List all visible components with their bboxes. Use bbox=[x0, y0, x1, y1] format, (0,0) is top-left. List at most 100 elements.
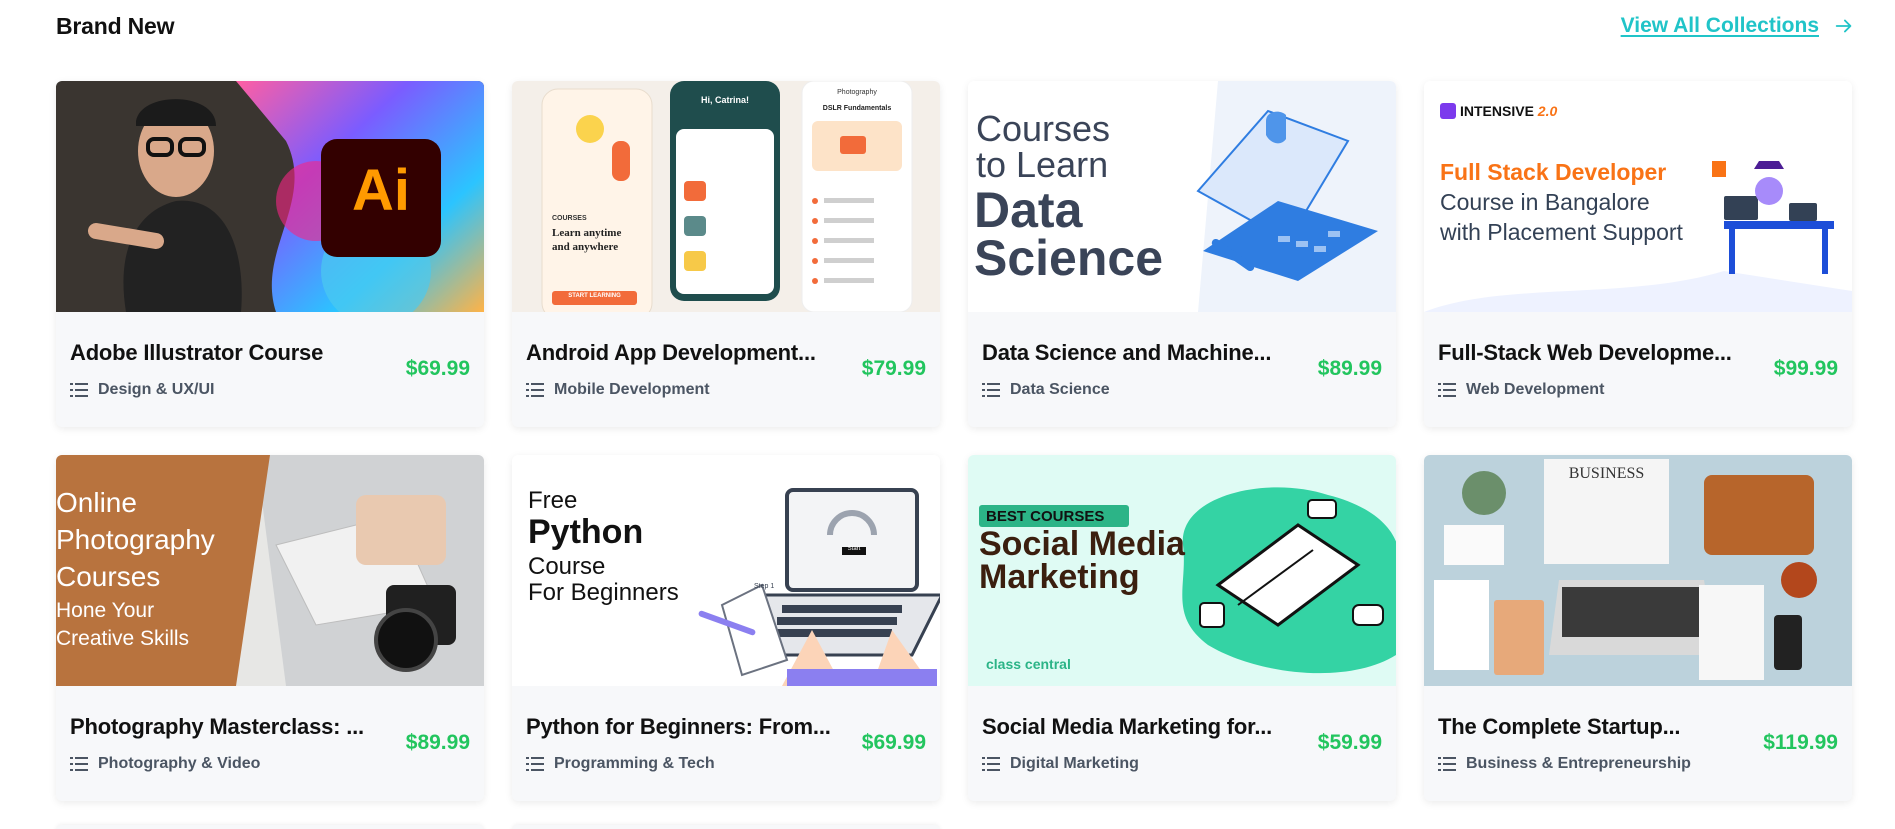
course-category: Data Science bbox=[982, 381, 1110, 399]
thumbnail-text: Hone Your bbox=[56, 599, 155, 622]
thumbnail-text: Learn anytime bbox=[552, 227, 622, 239]
thumbnail-text: Step 1 bbox=[754, 583, 775, 590]
course-card[interactable]: BEST COURSES Social Media Marketing clas… bbox=[968, 455, 1396, 801]
course-card[interactable]: Courses to Learn Data Science Data Scien… bbox=[968, 81, 1396, 427]
course-card[interactable]: Ai Adobe Illustrator Course $69.99 Desig… bbox=[56, 81, 484, 427]
thumbnail-text: Creative Skills bbox=[56, 627, 190, 650]
course-title[interactable]: Adobe Illustrator Course bbox=[70, 340, 380, 366]
card-info: Data Science and Machine... $89.99 Data … bbox=[968, 312, 1396, 427]
list-icon bbox=[526, 383, 544, 397]
course-title[interactable]: Full-Stack Web Developme... bbox=[1438, 340, 1748, 366]
course-card[interactable]: BUSINESS The Complete Startup... $119.99… bbox=[1424, 455, 1852, 801]
card-info: Adobe Illustrator Course $69.99 Design &… bbox=[56, 312, 484, 427]
course-title[interactable]: The Complete Startup... bbox=[1438, 714, 1748, 740]
thumbnail-text: to Learn bbox=[976, 144, 1109, 185]
intensive-version: 2.0 bbox=[1537, 103, 1558, 119]
card-info: Social Media Marketing for... $59.99 Dig… bbox=[968, 686, 1396, 801]
intensive-logo-text: INTENSIVE 2.0 bbox=[1460, 103, 1557, 119]
course-thumbnail[interactable]: BEST COURSES Social Media Marketing clas… bbox=[968, 455, 1396, 686]
course-card[interactable]: INTENSIVE 2.0 Full Stack Developer Cours… bbox=[1424, 81, 1852, 427]
thumbnail-text: Online bbox=[56, 487, 137, 518]
category-label: Business & Entrepreneurship bbox=[1466, 755, 1691, 772]
category-label: Data Science bbox=[1010, 381, 1110, 398]
list-icon bbox=[526, 757, 544, 771]
list-icon bbox=[982, 757, 1000, 771]
course-thumbnail[interactable]: Courses to Learn Data Science bbox=[968, 81, 1396, 312]
card-info: Photography Masterclass: ... $89.99 Phot… bbox=[56, 686, 484, 801]
course-card[interactable]: Hi, Catrina! COURSES Learn anytime and a… bbox=[512, 81, 940, 427]
course-thumbnail[interactable]: Online Photography Courses Hone Your Cre… bbox=[56, 455, 484, 686]
course-price: $89.99 bbox=[1317, 357, 1382, 380]
list-icon bbox=[1438, 757, 1456, 771]
thumbnail-text: and anywhere bbox=[552, 241, 619, 253]
view-all-collections-link[interactable]: View All Collections bbox=[1621, 14, 1855, 38]
view-all-label[interactable]: View All Collections bbox=[1621, 14, 1819, 38]
next-row-cards-partial bbox=[56, 825, 940, 829]
category-label: Design & UX/UI bbox=[98, 381, 215, 398]
thumbnail-text: BEST COURSES bbox=[986, 508, 1105, 525]
course-card-partial[interactable] bbox=[512, 825, 940, 829]
course-title[interactable]: Social Media Marketing for... bbox=[982, 714, 1292, 740]
course-grid: Ai Adobe Illustrator Course $69.99 Desig… bbox=[56, 81, 1852, 801]
course-thumbnail[interactable]: BUSINESS bbox=[1424, 455, 1852, 686]
thumbnail-text: Marketing bbox=[979, 558, 1140, 596]
course-thumbnail[interactable]: Hi, Catrina! COURSES Learn anytime and a… bbox=[512, 81, 940, 312]
thumbnail-text: Full Stack Developer bbox=[1440, 159, 1667, 185]
course-card-partial[interactable] bbox=[56, 825, 484, 829]
thumbnail-text: Photography bbox=[837, 89, 877, 96]
arrow-right-icon[interactable] bbox=[1833, 15, 1855, 37]
course-title[interactable]: Photography Masterclass: ... bbox=[70, 714, 380, 740]
course-title[interactable]: Python for Beginners: From... bbox=[526, 714, 836, 740]
thumbnail-text: START LEARNING bbox=[568, 293, 621, 299]
course-card[interactable]: Online Photography Courses Hone Your Cre… bbox=[56, 455, 484, 801]
intensive-label: INTENSIVE bbox=[1460, 103, 1534, 119]
course-category: Business & Entrepreneurship bbox=[1438, 755, 1691, 773]
android-thumbnail-art bbox=[512, 81, 940, 312]
card-info: Full-Stack Web Developme... $99.99 Web D… bbox=[1424, 312, 1852, 427]
thumbnail-text: Courses bbox=[56, 561, 161, 592]
thumbnail-text: with Placement Support bbox=[1440, 219, 1683, 245]
list-icon bbox=[982, 383, 1000, 397]
course-price: $89.99 bbox=[405, 731, 470, 754]
section-header: Brand New View All Collections bbox=[56, 10, 1855, 42]
course-thumbnail[interactable]: Free Python Course For Beginners Start S… bbox=[512, 455, 940, 686]
course-category: Programming & Tech bbox=[526, 755, 715, 773]
card-info: Python for Beginners: From... $69.99 Pro… bbox=[512, 686, 940, 801]
section-title: Brand New bbox=[56, 12, 175, 39]
course-category: Mobile Development bbox=[526, 381, 710, 399]
course-thumbnail[interactable]: INTENSIVE 2.0 Full Stack Developer Cours… bbox=[1424, 81, 1852, 312]
list-icon bbox=[70, 383, 88, 397]
course-category: Design & UX/UI bbox=[70, 381, 214, 399]
thumbnail-text: Hi, Catrina! bbox=[700, 95, 749, 105]
course-title[interactable]: Data Science and Machine... bbox=[982, 340, 1292, 366]
thumbnail-text: Science bbox=[974, 230, 1164, 286]
thumbnail-text: Course bbox=[528, 553, 606, 580]
thumbnail-text: For Beginners bbox=[528, 579, 679, 606]
thumbnail-text: Courses bbox=[976, 108, 1111, 149]
course-thumbnail[interactable]: Ai bbox=[56, 81, 484, 312]
course-price: $69.99 bbox=[405, 357, 470, 380]
course-title[interactable]: Android App Development... bbox=[526, 340, 836, 366]
category-label: Programming & Tech bbox=[554, 755, 715, 772]
thumbnail-text: Course in Bangalore bbox=[1440, 189, 1650, 215]
course-price: $69.99 bbox=[861, 731, 926, 754]
thumbnail-text: DSLR Fundamentals bbox=[822, 105, 892, 112]
list-icon bbox=[70, 757, 88, 771]
course-price: $119.99 bbox=[1763, 731, 1838, 754]
course-price: $99.99 bbox=[1773, 357, 1838, 380]
startup-thumbnail-art bbox=[1424, 455, 1852, 686]
thumbnail-text: Photography bbox=[56, 524, 215, 555]
thumbnail-text: Start bbox=[847, 546, 861, 552]
thumbnail-text: Free bbox=[528, 487, 578, 514]
course-price: $79.99 bbox=[861, 357, 926, 380]
course-price: $59.99 bbox=[1317, 731, 1382, 754]
card-info: Android App Development... $79.99 Mobile… bbox=[512, 312, 940, 427]
category-label: Web Development bbox=[1466, 381, 1605, 398]
course-card[interactable]: Free Python Course For Beginners Start S… bbox=[512, 455, 940, 801]
category-label: Photography & Video bbox=[98, 755, 261, 772]
course-category: Digital Marketing bbox=[982, 755, 1139, 773]
thumbnail-text: COURSES bbox=[552, 215, 587, 222]
card-info: The Complete Startup... $119.99 Business… bbox=[1424, 686, 1852, 801]
thumbnail-text: Python bbox=[528, 513, 644, 551]
category-label: Mobile Development bbox=[554, 381, 710, 398]
